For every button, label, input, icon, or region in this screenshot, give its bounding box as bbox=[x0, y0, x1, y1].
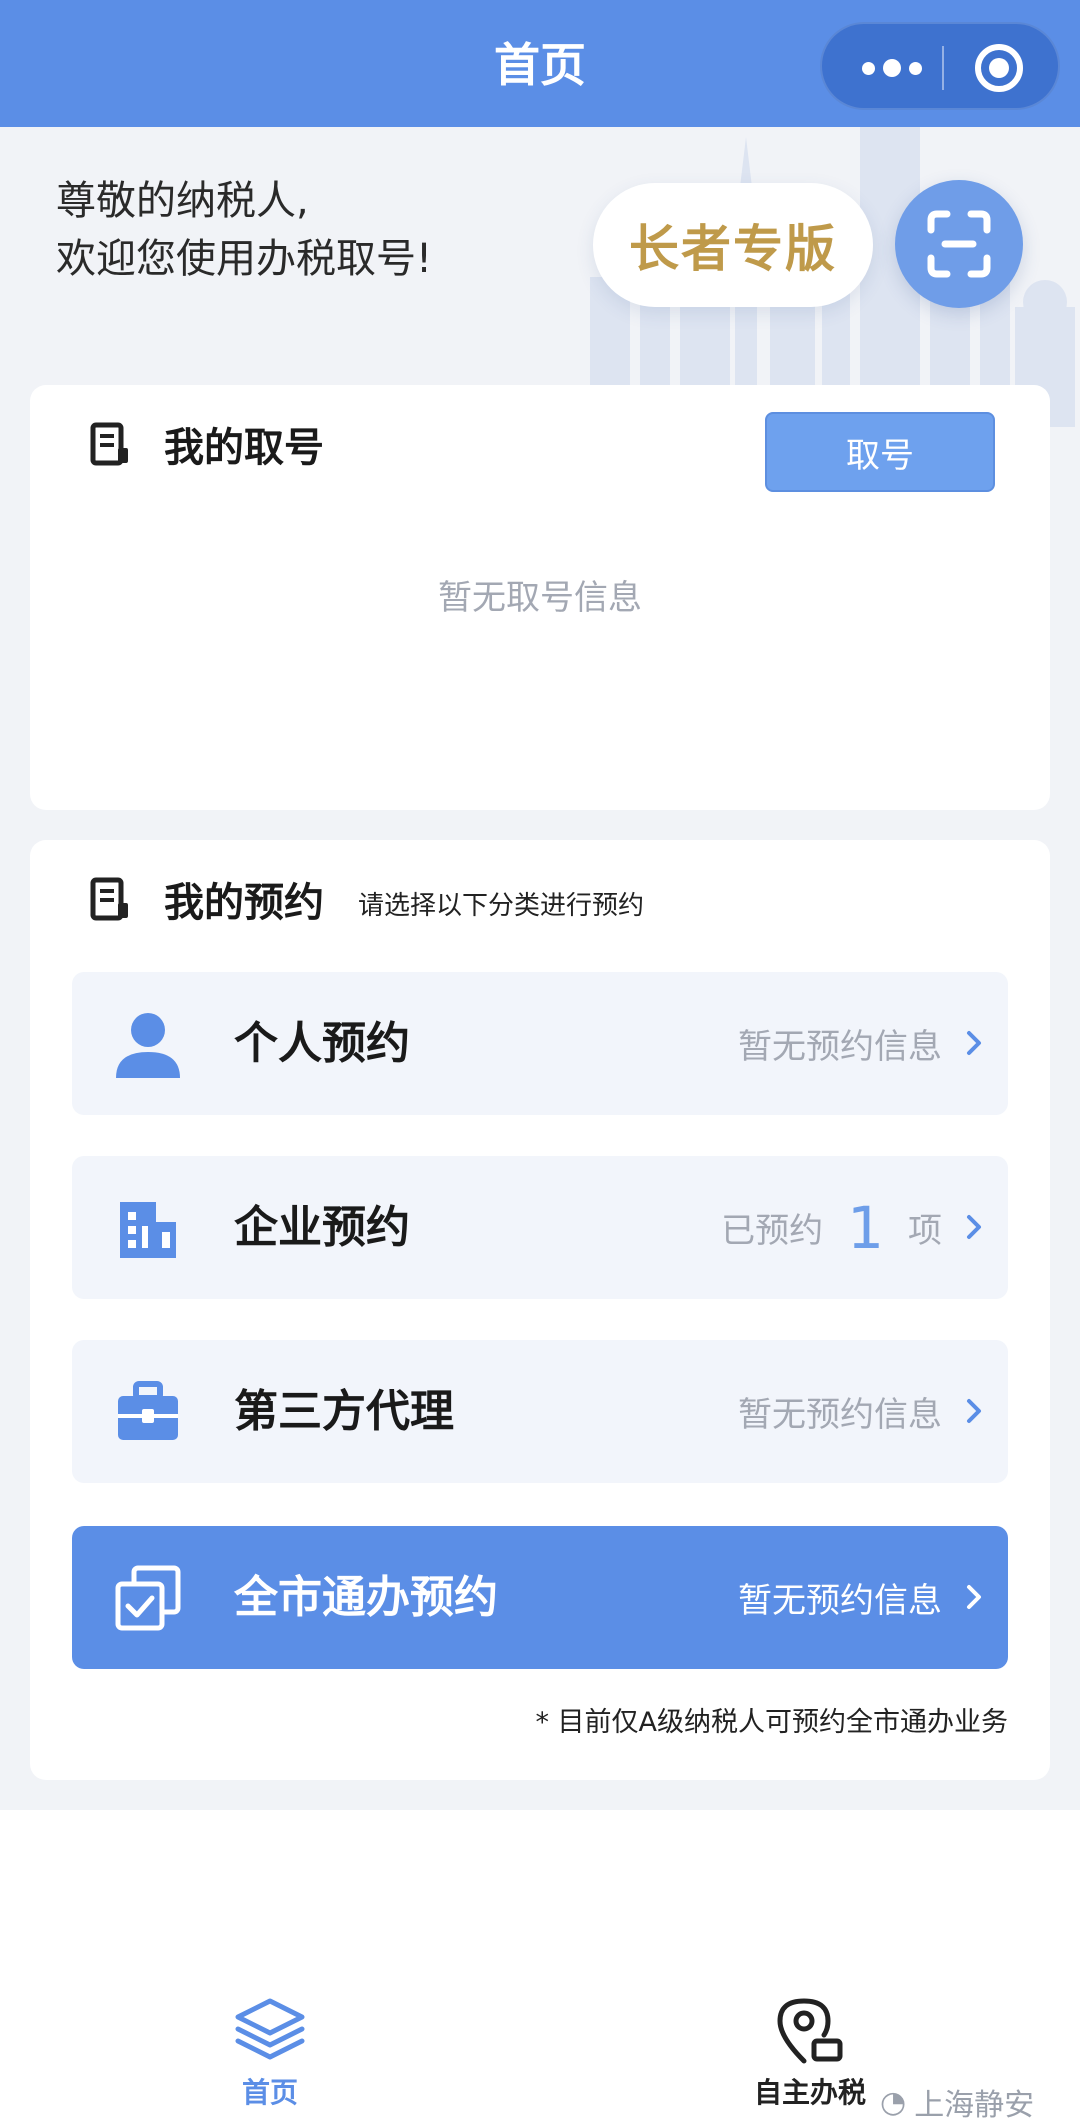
status-text: 暂无预约信息 bbox=[738, 1027, 942, 1067]
tab-self-service[interactable]: 自主办税 bbox=[740, 1995, 880, 2111]
ticket-card-header: 我的取号 bbox=[90, 415, 324, 473]
appointment-count: 1 bbox=[847, 1193, 884, 1262]
personal-appointment-row[interactable]: 个人预约 暂无预约信息 bbox=[72, 972, 1008, 1115]
third-party-agent-label: 第三方代理 bbox=[234, 1386, 454, 1437]
appointment-card-subtitle: 请选择以下分类进行预约 bbox=[358, 890, 645, 921]
elder-version-button[interactable]: 长者专版 bbox=[593, 183, 873, 307]
more-dots-icon[interactable] bbox=[842, 24, 942, 112]
status-suffix: 项 bbox=[908, 1211, 942, 1251]
citywide-appointment-status: 暂无预约信息 bbox=[738, 1526, 942, 1669]
scan-button[interactable] bbox=[895, 180, 1023, 308]
citywide-note: * 目前仅A级纳税人可预约全市通办业务 bbox=[535, 1707, 1008, 1738]
status-prefix: 已预约 bbox=[721, 1211, 824, 1251]
nav-bar: 首页 bbox=[0, 0, 1080, 127]
hero-section: 尊敬的纳税人, 欢迎您使用办税取号! 长者专版 bbox=[0, 127, 1080, 427]
citywide-appointment-row[interactable]: 全市通办预约 暂无预约信息 bbox=[72, 1526, 1008, 1669]
enterprise-appointment-label: 企业预约 bbox=[234, 1202, 410, 1253]
tab-home[interactable]: 首页 bbox=[200, 1995, 340, 2111]
personal-appointment-status: 暂无预约信息 bbox=[738, 972, 942, 1115]
document-icon bbox=[90, 422, 128, 466]
building-icon bbox=[120, 1202, 176, 1258]
briefcase-icon bbox=[118, 1381, 178, 1440]
document-icon bbox=[90, 877, 128, 921]
wechat-icon: ◔ bbox=[880, 2084, 907, 2120]
close-target-icon[interactable] bbox=[975, 44, 1023, 92]
enterprise-appointment-status: 已预约 1 项 bbox=[721, 1156, 942, 1299]
ticket-empty-text: 暂无取号信息 bbox=[438, 578, 642, 618]
greeting-line-2: 欢迎您使用办税取号! bbox=[56, 236, 433, 282]
copy-check-icon bbox=[115, 1565, 181, 1631]
my-appointment-card: 我的预约 请选择以下分类进行预约 个人预约 暂无预约信息 企业预约 已预约 1 … bbox=[30, 840, 1050, 1780]
status-text: 暂无预约信息 bbox=[738, 1395, 942, 1435]
status-text: 暂无预约信息 bbox=[738, 1581, 942, 1621]
personal-appointment-label: 个人预约 bbox=[234, 1018, 410, 1069]
appointment-card-header: 我的预约 请选择以下分类进行预约 bbox=[90, 870, 644, 928]
citywide-appointment-label: 全市通办预约 bbox=[234, 1572, 498, 1623]
chevron-right-icon bbox=[967, 1399, 981, 1423]
third-party-agent-row[interactable]: 第三方代理 暂无预约信息 bbox=[72, 1340, 1008, 1483]
my-ticket-card: 我的取号 取号 暂无取号信息 bbox=[30, 385, 1050, 810]
location-pin-icon bbox=[777, 1998, 843, 2064]
capsule-divider bbox=[942, 46, 944, 90]
miniprogram-capsule bbox=[820, 22, 1060, 110]
third-party-agent-status: 暂无预约信息 bbox=[738, 1340, 942, 1483]
ticket-card-title: 我的取号 bbox=[164, 425, 324, 471]
enterprise-appointment-row[interactable]: 企业预约 已预约 1 项 bbox=[72, 1156, 1008, 1299]
chevron-right-icon bbox=[967, 1031, 981, 1055]
chevron-right-icon bbox=[967, 1215, 981, 1239]
appointment-card-title: 我的预约 bbox=[164, 880, 324, 926]
greeting-line-1: 尊敬的纳税人, bbox=[56, 178, 309, 224]
scan-icon bbox=[927, 210, 991, 278]
person-icon bbox=[116, 1013, 180, 1078]
watermark: ◔ 上海静安 bbox=[880, 2080, 1034, 2124]
tab-self-service-label: 自主办税 bbox=[753, 2076, 866, 2109]
watermark-text: 上海静安 bbox=[914, 2088, 1035, 2123]
take-number-button[interactable]: 取号 bbox=[765, 412, 995, 492]
layers-icon bbox=[235, 1998, 305, 2060]
tab-home-label: 首页 bbox=[241, 2076, 298, 2109]
greeting-text: 尊敬的纳税人, 欢迎您使用办税取号! bbox=[56, 172, 432, 288]
chevron-right-icon bbox=[967, 1585, 981, 1609]
